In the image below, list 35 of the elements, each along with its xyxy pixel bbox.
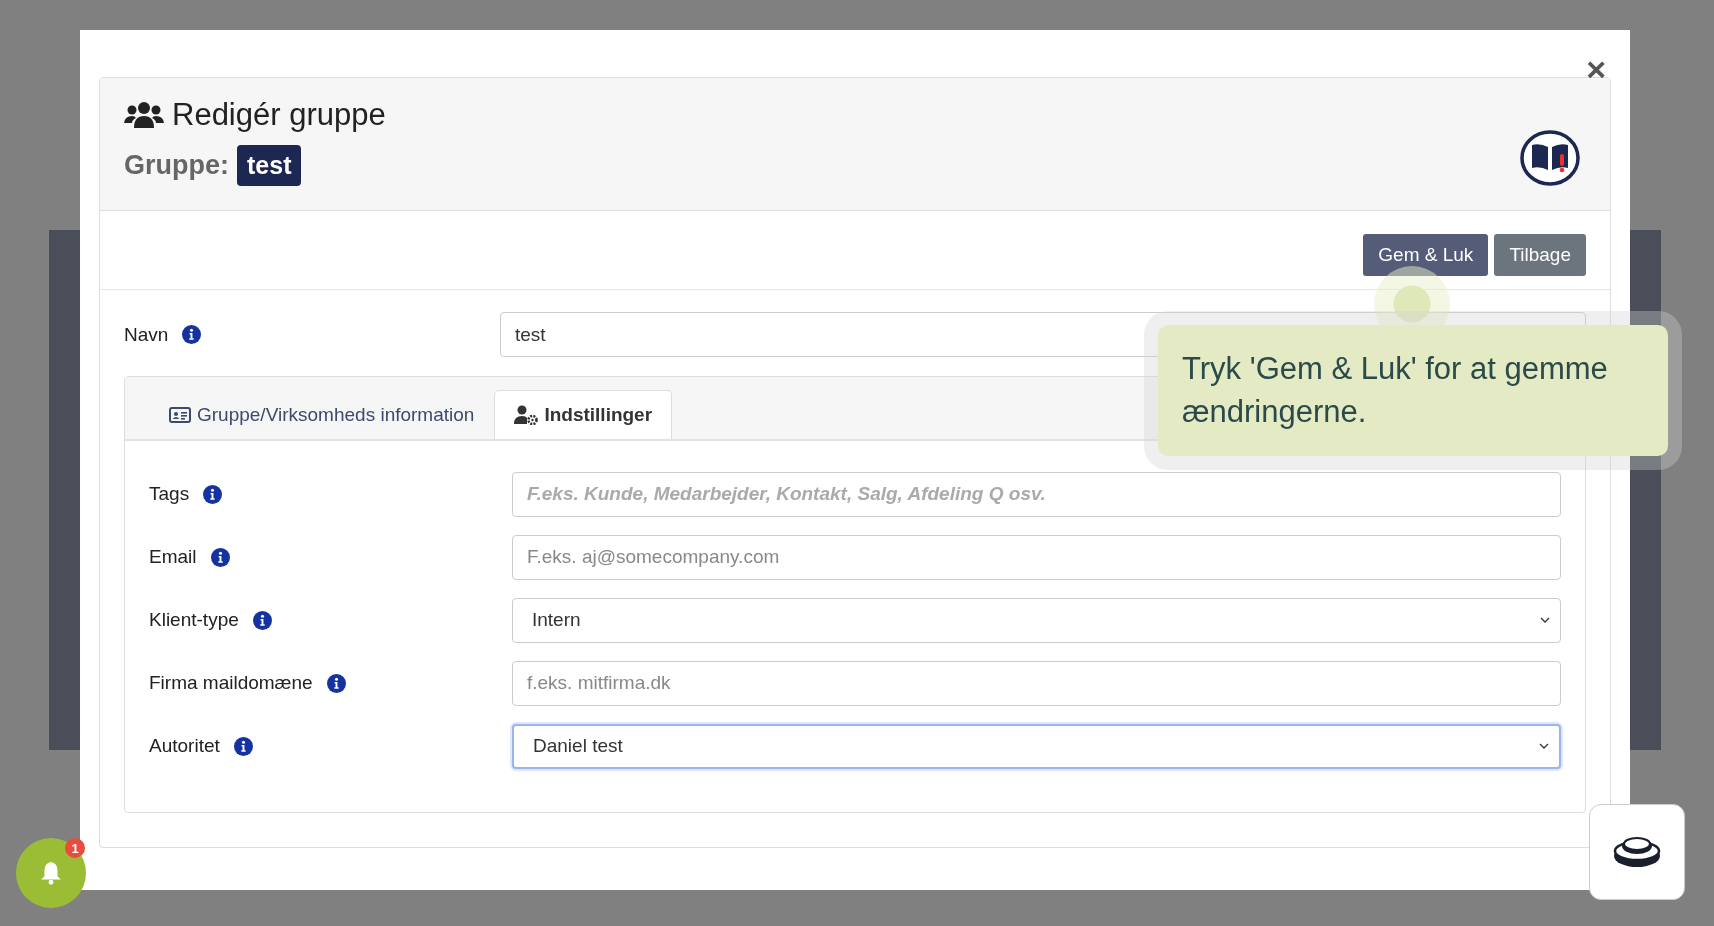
bell-icon bbox=[40, 861, 62, 885]
close-button[interactable]: × bbox=[1582, 52, 1610, 86]
info-icon[interactable] bbox=[182, 325, 202, 344]
book-icon[interactable] bbox=[1520, 130, 1580, 186]
user-gear-icon bbox=[514, 405, 539, 425]
info-icon[interactable] bbox=[326, 673, 346, 693]
field-label: Klient-type bbox=[149, 609, 239, 631]
info-icon[interactable] bbox=[233, 736, 253, 756]
tab[interactable]: Indstillinger bbox=[494, 390, 673, 439]
modal-title: Redigér gruppe bbox=[172, 96, 386, 133]
field-label: Navn bbox=[124, 323, 169, 346]
id-card-icon bbox=[169, 407, 191, 423]
input-field[interactable]: f.eks. mitfirma.dk bbox=[512, 660, 1561, 706]
tooltip: Tryk 'Gem & Luk' for at gemme ændringerne. bbox=[1158, 325, 1668, 456]
info-icon[interactable] bbox=[252, 610, 272, 630]
users-icon bbox=[124, 100, 164, 129]
field-label: Firma maildomæne bbox=[149, 672, 313, 694]
group-name-badge: test bbox=[237, 144, 302, 186]
save-close-button[interactable]: Gem & Luk bbox=[1363, 234, 1489, 276]
notification-count: 1 bbox=[65, 838, 85, 858]
field-label: Email bbox=[149, 546, 197, 568]
dropdown-field[interactable]: Daniel test bbox=[512, 723, 1561, 769]
stacked-disc-icon bbox=[1612, 834, 1662, 870]
tab[interactable]: Gruppe/Virksomheds information bbox=[149, 390, 495, 439]
chevron-down-icon bbox=[1539, 743, 1549, 749]
field-label: Autoritet bbox=[149, 735, 220, 757]
field-label: Tags bbox=[149, 483, 190, 505]
widget-button[interactable] bbox=[1589, 804, 1685, 900]
info-icon[interactable] bbox=[203, 484, 223, 504]
input-field[interactable]: F.eks. aj@somecompany.com bbox=[512, 534, 1561, 580]
info-icon[interactable] bbox=[210, 547, 230, 567]
chevron-down-icon bbox=[1540, 617, 1550, 623]
dropdown-field[interactable]: Intern bbox=[512, 597, 1561, 643]
group-label: Gruppe: bbox=[124, 149, 229, 181]
back-button[interactable]: Tilbage bbox=[1494, 234, 1586, 276]
